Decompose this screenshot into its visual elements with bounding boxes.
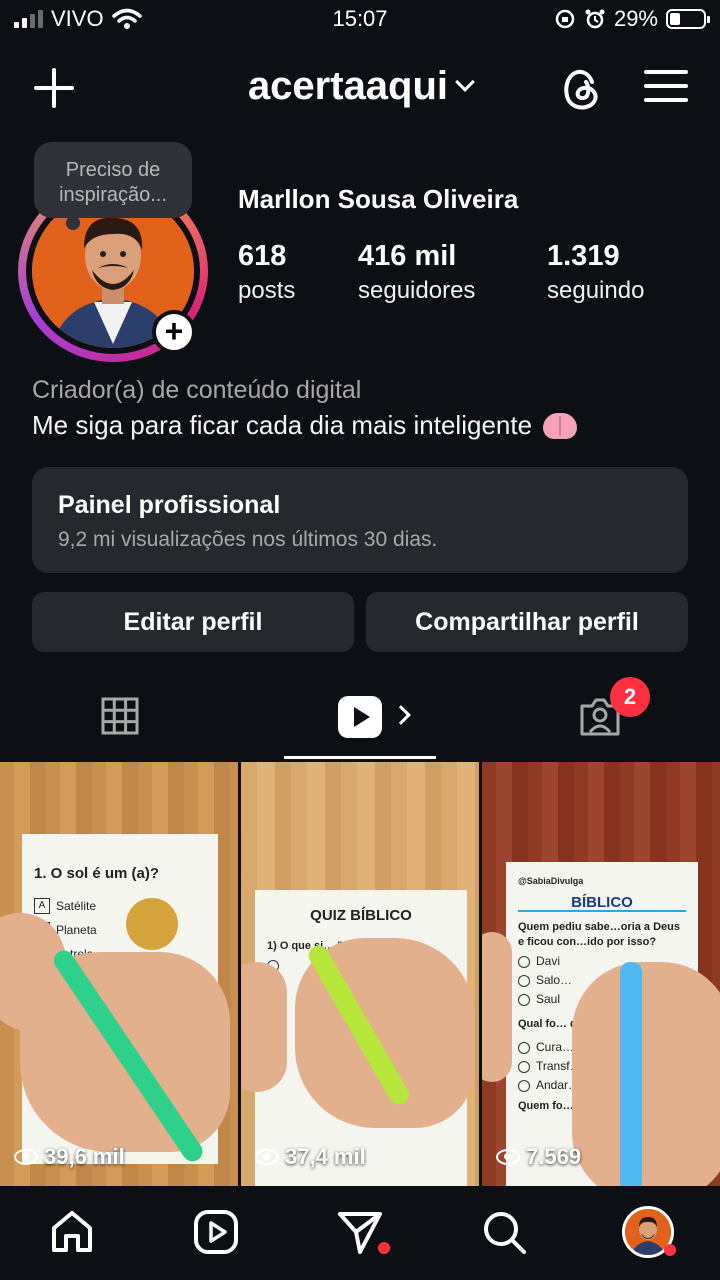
hand — [241, 962, 287, 1092]
share-profile-button[interactable]: Compartilhar perfil — [366, 592, 688, 652]
eye-icon — [255, 1149, 279, 1165]
profile-bio: Me siga para ficar cada dia mais intelig… — [32, 410, 578, 441]
reel-thumbnail[interactable]: 1. O sol é um (a)? ASatélite BPlaneta CE… — [0, 762, 238, 1186]
marker-pen — [620, 962, 642, 1186]
chevron-right-icon[interactable] — [391, 705, 411, 725]
search-icon[interactable] — [480, 1208, 528, 1256]
brain-icon — [543, 413, 578, 439]
view-count: 39,6 mil — [14, 1144, 125, 1170]
direct-message-icon[interactable] — [336, 1208, 384, 1256]
bottom-nav — [0, 1186, 720, 1280]
home-icon[interactable] — [48, 1208, 96, 1256]
professional-dashboard-title: Painel profissional — [58, 491, 281, 519]
view-count: 7.569 — [496, 1144, 581, 1170]
alarm-icon — [585, 9, 605, 29]
notification-dot — [378, 1242, 390, 1254]
view-count: 37,4 mil — [255, 1144, 366, 1170]
menu-icon[interactable] — [644, 70, 688, 106]
professional-dashboard-subtitle: 9,2 mi visualizações nos últimos 30 dias… — [58, 528, 438, 551]
profile-category: Criador(a) de conteúdo digital — [32, 376, 362, 404]
orientation-lock-icon — [555, 9, 575, 29]
reels-icon[interactable] — [338, 696, 382, 738]
status-bar: VIVO 15:07 29% — [0, 0, 720, 40]
grid-icon[interactable] — [100, 696, 140, 736]
chevron-down-icon — [455, 72, 475, 92]
tagged-badge: 2 — [610, 677, 650, 717]
stat-followers[interactable]: 416 mil seguidores — [358, 240, 475, 305]
notification-dot — [664, 1244, 676, 1256]
reels-grid: 1. O sol é um (a)? ASatélite BPlaneta CE… — [0, 762, 720, 1186]
profile-header: acertaaqui — [0, 56, 720, 120]
threads-icon[interactable] — [556, 64, 606, 114]
eye-icon — [14, 1149, 38, 1165]
stat-following[interactable]: 1.319 seguindo — [547, 240, 644, 305]
full-name: Marllon Sousa Oliveira — [238, 184, 519, 214]
active-tab-indicator — [284, 756, 436, 759]
username: acertaaqui — [247, 64, 449, 108]
reels-nav-icon[interactable] — [192, 1208, 240, 1256]
note-bubble[interactable]: Preciso de inspiração... — [34, 142, 192, 230]
sun-image — [126, 898, 178, 950]
edit-profile-button[interactable]: Editar perfil — [32, 592, 354, 652]
battery-percent: 29% — [613, 6, 658, 31]
hand — [482, 932, 512, 1082]
battery-icon — [666, 9, 710, 29]
hand — [572, 962, 720, 1186]
stat-posts[interactable]: 618 posts — [238, 240, 295, 305]
account-switcher[interactable]: acertaaqui — [0, 64, 720, 109]
reel-thumbnail[interactable]: @SabiaDivulga BÍBLICO Quem pediu sabe…or… — [482, 762, 720, 1186]
reel-thumbnail[interactable]: QUIZ BÍBLICO 1) O que si… "ALELUIA"? 37,… — [241, 762, 479, 1186]
add-story-icon[interactable]: + — [152, 310, 196, 354]
professional-dashboard[interactable]: Painel profissional 9,2 mi visualizações… — [32, 467, 688, 573]
eye-icon — [496, 1149, 520, 1165]
